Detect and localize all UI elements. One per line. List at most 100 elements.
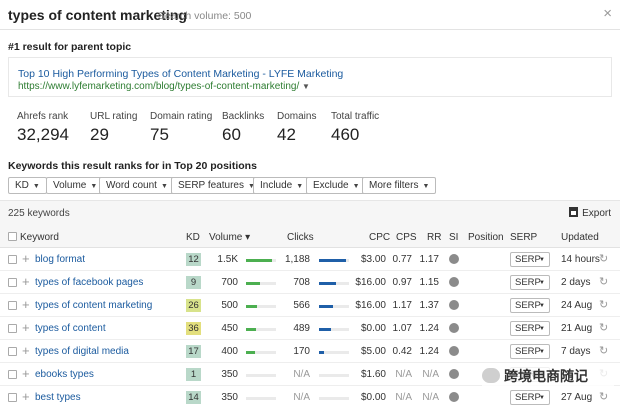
- refresh-icon[interactable]: ↻: [599, 321, 608, 334]
- row-checkbox[interactable]: [8, 278, 17, 287]
- plus-icon[interactable]: +: [22, 389, 30, 404]
- plus-icon[interactable]: +: [22, 251, 30, 266]
- row-checkbox[interactable]: [8, 347, 17, 356]
- volume-bar: [246, 328, 276, 331]
- result-url[interactable]: https://www.lyfemarketing.com/blog/types…: [18, 81, 310, 92]
- serp-button[interactable]: SERP▼: [510, 252, 550, 267]
- filter-more[interactable]: More filters ▼: [362, 177, 437, 194]
- cps-value: 1.07: [392, 323, 412, 334]
- close-icon[interactable]: ×: [603, 6, 612, 21]
- metric-domain-rating: Domain rating 75: [150, 111, 212, 145]
- cpc-value: $0.00: [360, 392, 386, 403]
- export-button[interactable]: Export: [569, 207, 611, 219]
- chevron-down-icon: ▼: [539, 395, 545, 401]
- plus-icon[interactable]: +: [22, 343, 30, 358]
- refresh-icon[interactable]: ↻: [599, 298, 608, 311]
- volume-bar: [246, 397, 276, 400]
- si-indicator-icon: [449, 346, 459, 356]
- result-title-link[interactable]: Top 10 High Performing Types of Content …: [18, 68, 343, 80]
- refresh-icon[interactable]: ↻: [599, 252, 608, 265]
- col-clicks[interactable]: Clicks: [287, 232, 314, 243]
- col-updated[interactable]: Updated: [561, 232, 599, 243]
- refresh-icon[interactable]: ↻: [599, 390, 608, 403]
- chevron-down-icon: ▼: [352, 183, 360, 190]
- col-position[interactable]: Position: [468, 232, 504, 243]
- filter-word-count[interactable]: Word count ▼: [99, 177, 175, 194]
- plus-icon[interactable]: +: [22, 297, 30, 312]
- cpc-value: $0.00: [360, 323, 386, 334]
- metric-label: Backlinks: [222, 111, 265, 122]
- row-checkbox[interactable]: [8, 255, 17, 264]
- result-url-text[interactable]: https://www.lyfemarketing.com/blog/types…: [18, 81, 299, 92]
- plus-icon[interactable]: +: [22, 366, 30, 381]
- row-checkbox[interactable]: [8, 370, 17, 379]
- volume-bar-fill: [246, 328, 256, 331]
- filter-exclude[interactable]: Exclude ▼: [306, 177, 367, 194]
- clicks-value: 1,188: [284, 254, 310, 265]
- filter-label: SERP features: [178, 180, 244, 191]
- col-cpc[interactable]: CPC: [369, 232, 390, 243]
- filter-label: Word count: [106, 180, 157, 191]
- kd-badge: 14: [186, 391, 201, 404]
- keyword-link[interactable]: blog format: [35, 254, 85, 265]
- keyword-link[interactable]: best types: [35, 392, 81, 403]
- serp-button[interactable]: SERP▼: [510, 298, 550, 313]
- serp-button[interactable]: SERP▼: [510, 344, 550, 359]
- keyword-link[interactable]: types of content: [35, 323, 106, 334]
- col-volume[interactable]: Volume ▾: [209, 232, 250, 243]
- col-serp[interactable]: SERP: [510, 232, 537, 243]
- row-checkbox[interactable]: [8, 324, 17, 333]
- serp-button[interactable]: SERP▼: [510, 321, 550, 336]
- plus-icon[interactable]: +: [22, 274, 30, 289]
- metric-url-rating: URL rating 29: [90, 111, 137, 145]
- col-cps[interactable]: CPS: [396, 232, 417, 243]
- volume-bar: [246, 282, 276, 285]
- serp-label: SERP: [515, 277, 541, 288]
- metric-label: Domains: [277, 111, 317, 122]
- clicks-bar: [319, 282, 349, 285]
- refresh-icon[interactable]: ↻: [599, 344, 608, 357]
- clicks-bar: [319, 374, 349, 377]
- chevron-down-icon: ▼: [32, 183, 40, 190]
- kd-badge: 17: [186, 345, 201, 358]
- col-rr[interactable]: RR: [427, 232, 441, 243]
- clicks-bar-fill: [319, 259, 346, 262]
- filter-kd[interactable]: KD ▼: [8, 177, 47, 194]
- table-header: Keyword KD Volume ▾ Clicks CPC CPS RR SI…: [0, 226, 620, 248]
- keyword-link[interactable]: types of content marketing: [35, 300, 152, 311]
- select-all-checkbox[interactable]: [8, 232, 17, 241]
- table-row: + types of digital media 17 400 170 $5.00 0.42…: [0, 340, 620, 363]
- table-row: + blog format 12 1.5K 1,188 $3.00 0.77 1.17 SERP…: [0, 248, 620, 271]
- chevron-down-icon: ▼: [539, 280, 545, 286]
- clicks-value: 566: [293, 300, 310, 311]
- filter-volume[interactable]: Volume ▼: [46, 177, 105, 194]
- plus-icon[interactable]: +: [22, 320, 30, 335]
- cpc-value: $3.00: [360, 254, 386, 265]
- rr-value: 1.37: [419, 300, 439, 311]
- metric-value: 460: [331, 125, 360, 144]
- cps-value: N/A: [395, 369, 412, 380]
- keyword-link[interactable]: types of digital media: [35, 346, 129, 357]
- col-si[interactable]: SI: [449, 232, 458, 243]
- keywords-heading: Keywords this result ranks for in Top 20…: [8, 160, 257, 172]
- col-kd[interactable]: KD: [186, 232, 200, 243]
- serp-button[interactable]: SERP▼: [510, 390, 550, 405]
- volume-value: 700: [221, 277, 238, 288]
- clicks-value: N/A: [293, 369, 310, 380]
- filter-serp-features[interactable]: SERP features ▼: [171, 177, 262, 194]
- row-checkbox[interactable]: [8, 393, 17, 402]
- col-keyword[interactable]: Keyword: [20, 232, 59, 243]
- updated-value: 21 Aug: [561, 323, 593, 334]
- refresh-icon[interactable]: ↻: [599, 275, 608, 288]
- chevron-down-icon: ▼: [422, 183, 430, 190]
- filter-include[interactable]: Include ▼: [253, 177, 311, 194]
- volume-bar-fill: [246, 351, 255, 354]
- serp-button[interactable]: SERP▼: [510, 275, 550, 290]
- serp-label: SERP: [515, 346, 541, 357]
- chevron-down-icon[interactable]: ▼: [302, 82, 310, 91]
- keyword-link[interactable]: ebooks types: [35, 369, 94, 380]
- row-checkbox[interactable]: [8, 301, 17, 310]
- keyword-link[interactable]: types of facebook pages: [35, 277, 143, 288]
- volume-value: 500: [221, 300, 238, 311]
- filter-label: More filters: [369, 180, 419, 191]
